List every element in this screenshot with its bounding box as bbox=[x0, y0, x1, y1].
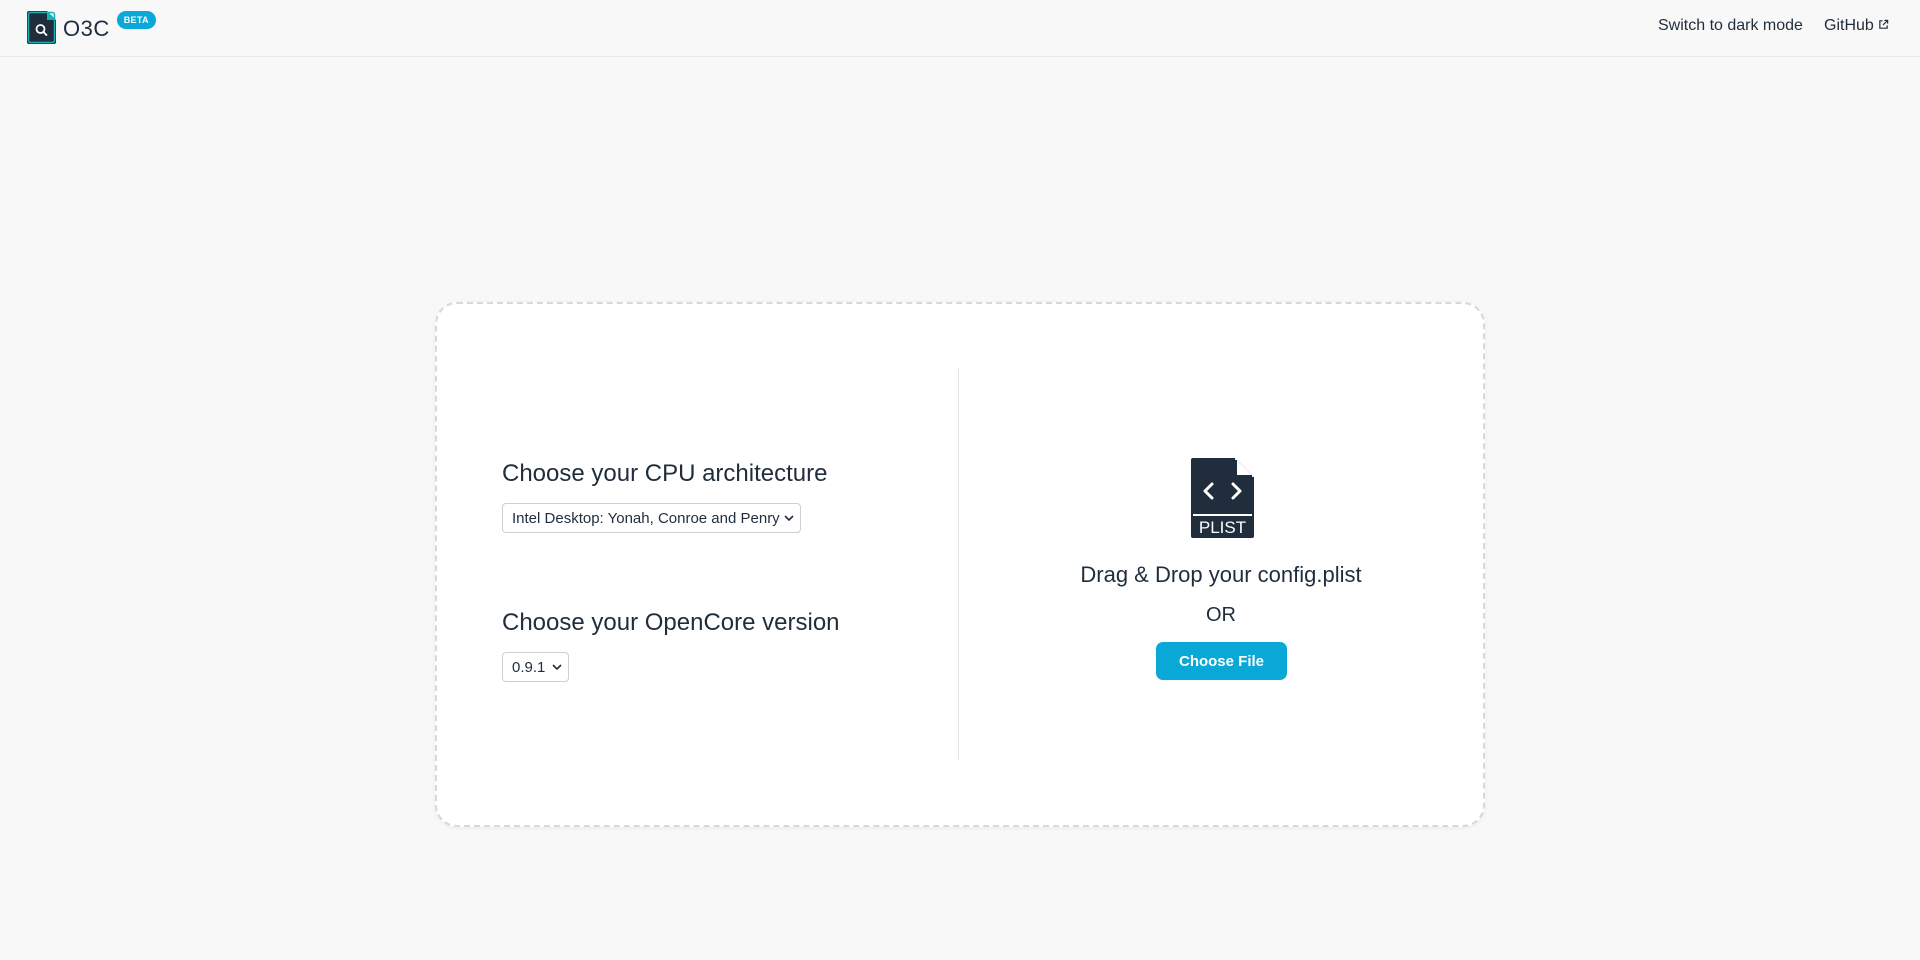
cpu-architecture-label: Choose your CPU architecture bbox=[502, 460, 828, 487]
card-divider bbox=[958, 368, 959, 760]
github-link-label: GitHub bbox=[1824, 17, 1874, 34]
chevron-down-icon bbox=[784, 514, 794, 521]
chevron-down-icon bbox=[552, 663, 562, 670]
top-navbar: O3C BETA Switch to dark mode GitHub bbox=[0, 0, 1920, 57]
app-name: O3C bbox=[63, 16, 110, 41]
plist-icon-text: PLIST bbox=[1199, 518, 1246, 537]
cpu-architecture-value: Intel Desktop: Yonah, Conroe and Penryn bbox=[512, 509, 780, 527]
brand[interactable]: O3C BETA bbox=[27, 11, 156, 44]
external-link-icon bbox=[1879, 19, 1889, 29]
dark-mode-toggle[interactable]: Switch to dark mode bbox=[1658, 17, 1803, 35]
github-link[interactable]: GitHub bbox=[1824, 17, 1889, 35]
opencore-version-select[interactable]: 0.9.1 bbox=[502, 652, 569, 682]
beta-badge: BETA bbox=[116, 11, 156, 29]
plist-file-icon: PLIST bbox=[1191, 458, 1254, 538]
drag-drop-text: Drag & Drop your config.plist bbox=[1080, 562, 1362, 587]
or-separator: OR bbox=[1206, 604, 1236, 626]
search-file-icon bbox=[27, 11, 56, 44]
cpu-architecture-select[interactable]: Intel Desktop: Yonah, Conroe and Penryn bbox=[502, 503, 801, 533]
opencore-version-value: 0.9.1 bbox=[512, 658, 546, 676]
opencore-version-label: Choose your OpenCore version bbox=[502, 609, 840, 636]
choose-file-button[interactable]: Choose File bbox=[1156, 642, 1287, 680]
